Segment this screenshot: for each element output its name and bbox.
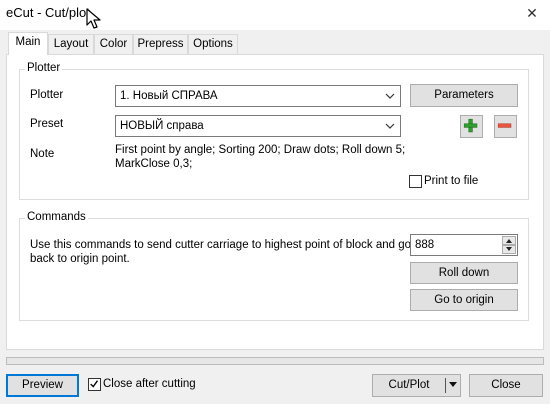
note-line-2: MarkClose 0,3; [115, 158, 193, 170]
chevron-down-icon [385, 93, 395, 99]
dropdown-arrow-icon[interactable] [448, 381, 458, 389]
spin-up-button[interactable] [502, 236, 516, 245]
remove-preset-button[interactable] [494, 115, 517, 138]
arrow-down-icon [506, 247, 512, 251]
tab-options[interactable]: Options [188, 34, 238, 54]
commands-group-title: Commands [25, 211, 88, 223]
preset-select-value: НОВЫЙ справа [120, 120, 204, 132]
window-close-button[interactable]: ✕ [520, 2, 544, 24]
parameters-button[interactable]: Parameters [410, 84, 518, 107]
commands-description-line-1: Use this commands to send cutter carriag… [30, 239, 411, 251]
note-label: Note [30, 148, 55, 160]
roll-amount-spinbox[interactable]: 888 [410, 234, 518, 256]
tab-color[interactable]: Color [94, 34, 133, 54]
print-to-file-checkbox[interactable] [409, 175, 422, 188]
progress-bar [6, 357, 544, 365]
minus-icon [497, 123, 512, 128]
print-to-file-label[interactable]: Print to file [424, 175, 478, 187]
preset-select[interactable]: НОВЫЙ справа [115, 115, 401, 137]
roll-amount-value: 888 [415, 239, 435, 251]
preview-button[interactable]: Preview [6, 374, 79, 397]
roll-down-button[interactable]: Roll down [410, 262, 518, 284]
tab-layout[interactable]: Layout [48, 34, 94, 54]
close-after-cutting-checkbox[interactable] [88, 378, 101, 391]
plus-icon [463, 118, 478, 133]
plotter-select-value: 1. Новый СПРАВА [120, 90, 218, 102]
close-icon: ✕ [526, 5, 538, 21]
mouse-cursor-icon [86, 8, 101, 29]
tab-main[interactable]: Main [8, 32, 48, 55]
plotter-group-title: Plotter [25, 62, 63, 74]
checkmark-icon [90, 380, 99, 388]
go-to-origin-button[interactable]: Go to origin [410, 289, 518, 311]
close-after-cutting-label[interactable]: Close after cutting [103, 378, 196, 390]
plotter-select[interactable]: 1. Новый СПРАВА [115, 85, 401, 107]
cut-plot-label[interactable]: Cut/Plot [373, 375, 445, 396]
split-divider [445, 378, 446, 393]
tab-prepress[interactable]: Prepress [133, 34, 188, 54]
cut-plot-split-button[interactable]: Cut/Plot [372, 374, 461, 397]
commands-description-line-2: back to origin point. [30, 253, 130, 265]
note-line-1: First point by angle; Sorting 200; Draw … [115, 144, 406, 156]
chevron-down-icon [385, 123, 395, 129]
close-button[interactable]: Close [469, 374, 543, 397]
preset-label: Preset [30, 118, 64, 130]
spin-down-button[interactable] [502, 245, 516, 254]
arrow-up-icon [506, 239, 512, 243]
plotter-label: Plotter [30, 89, 64, 101]
window-title: eCut - Cut/plot [6, 5, 90, 20]
add-preset-button[interactable] [460, 115, 483, 138]
